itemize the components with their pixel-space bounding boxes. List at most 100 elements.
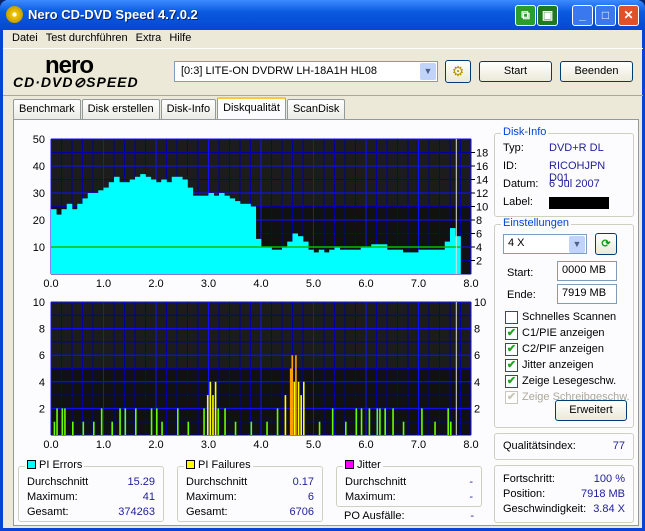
erweitert-button[interactable]: Erweitert [555,400,627,421]
pif-bar [297,381,300,435]
pie-bar [203,195,209,274]
refresh-icon[interactable]: ⟳ [595,233,617,255]
app-disc-icon [6,6,23,23]
pie-bar [334,247,341,274]
chevron-down-icon[interactable]: ▼ [420,63,436,80]
pif-bar [295,355,297,435]
close-button[interactable]: ✕ [618,5,639,26]
y2-tick-label: 12 [476,188,488,200]
pie-bar [182,179,188,274]
cd-dvd-speed-logo: CD·DVD⊘SPEED [13,74,139,90]
title-bar[interactable]: Nero CD-DVD Speed 4.7.0.2 ⧉ ▣ _ □ ✕ [0,0,645,30]
x-tick-label: 1.0 [96,278,111,290]
x-tick-label: 6.0 [358,278,373,290]
checkbox-box[interactable]: ✔ [505,358,518,372]
tab-disk-erstellen[interactable]: Disk erstellen [81,99,160,119]
pie-bar [171,176,178,274]
copy-icon[interactable]: ⧉ [515,5,536,26]
pie-bar [266,247,272,274]
x-tick-label: 8.0 [463,439,478,450]
x-tick-label: 6.0 [358,439,373,450]
datum-value: 6 Jul 2007 [549,178,600,190]
pif-bar [177,408,179,435]
datum-label: Datum: [503,178,539,190]
checkbox-0[interactable]: Schnelles Scannen [505,310,616,324]
checkbox-1[interactable]: ✔ C1/PIE anzeigen [505,326,605,340]
pif-bar [217,408,220,435]
checkbox-box[interactable]: ✔ [505,374,518,388]
pif-bar [72,421,74,435]
checkbox-label: C1/PIE anzeigen [522,327,605,339]
pie-bar [156,182,162,274]
speed-select[interactable]: 4 X ▼ [503,234,587,254]
ende-input[interactable]: 7919 MB [557,284,617,304]
x-tick-label: 4.0 [253,439,268,450]
pie-bar [177,176,183,274]
maximize-button[interactable]: □ [595,5,616,26]
pif-bar [212,395,214,435]
pi-errors-group: PI Errors Durchschnitt 15.29 Maximum: 41 G… [18,459,164,522]
pie-bar [87,193,94,274]
checkbox-box[interactable]: ✔ [505,326,518,340]
pif-bar [187,421,190,435]
chevron-down-icon[interactable]: ▼ [569,236,585,253]
drive-select[interactable]: [0:3] LITE-ON DVDRW LH-18A1H HL08 ▼ [174,61,438,82]
pif-bar [64,408,66,435]
speed-value: 4 X [508,237,525,249]
pie-bar [418,249,425,274]
checkbox-box[interactable] [505,310,518,324]
y-tick-label: 20 [33,215,45,227]
menu-hilfe[interactable]: Hilfe [166,30,196,48]
pie-bar [213,195,220,274]
menu-extra[interactable]: Extra [133,30,167,48]
beenden-button[interactable]: Beenden [560,61,633,82]
menu-test[interactable]: Test durchführen [43,30,133,48]
pie-bar [145,176,152,274]
position-value: 7918 MB [580,488,625,500]
pie-bar [66,203,73,274]
start-input[interactable]: 0000 MB [557,261,617,281]
po-value: - [470,510,474,522]
drive-settings-button[interactable]: ⚙ [445,60,471,83]
x-tick-label: 7.0 [411,278,426,290]
save-icon[interactable]: ▣ [537,5,558,26]
checkbox-box[interactable]: ✔ [505,342,518,356]
pie-bar [192,195,199,274]
pif-bar [289,368,292,435]
pie-max-label: Maximum: [27,491,78,503]
tab-diskqualitaet[interactable]: Diskqualität [217,97,286,119]
tab-benchmark[interactable]: Benchmark [13,99,81,119]
y-tick-label: 50 [33,134,45,146]
pie-bar [108,182,115,274]
start-button[interactable]: Start [479,61,552,82]
pif-bar [300,395,302,435]
checkbox-box[interactable]: ✔ [505,390,518,404]
pie-bar [198,195,204,274]
checkbox-2[interactable]: ✔ C2/PIF anzeigen [505,342,604,356]
pie-bar [366,247,372,274]
jitter-avg-label: Durchschnitt [345,476,407,488]
checkbox-3[interactable]: ✔ Jitter anzeigen [505,358,594,372]
minimize-button[interactable]: _ [572,5,593,26]
pie-bar [240,203,246,274]
pie-bar [387,249,393,274]
pif-bar [161,421,163,435]
y2-tick-label: 8 [474,324,480,336]
menu-datei[interactable]: Datei [9,30,43,48]
tab-scandisk[interactable]: ScanDisk [286,99,346,119]
pi-errors-title: PI Errors [39,459,83,471]
y-tick-label: 40 [33,161,45,173]
checkbox-4[interactable]: ✔ Zeige Lesegeschw. [505,374,616,388]
tab-disk-info[interactable]: Disk-Info [160,99,217,119]
pif-bar [402,421,405,435]
x-tick-label: 5.0 [306,278,321,290]
pie-total-value: 374263 [118,506,155,518]
jitter-group: Jitter Durchschnitt - Maximum: - [336,459,482,507]
pie-bar [324,252,330,274]
pif-bar [203,408,205,435]
y2-tick-label: 14 [476,175,488,187]
pie-max-value: 41 [142,491,155,503]
pie-bar [276,249,283,274]
pie-bar [51,209,57,274]
charts: 0.0 1.0 2.0 3.0 4.0 5.0 6.0 7.0 8.01020304050246… [33,134,489,450]
